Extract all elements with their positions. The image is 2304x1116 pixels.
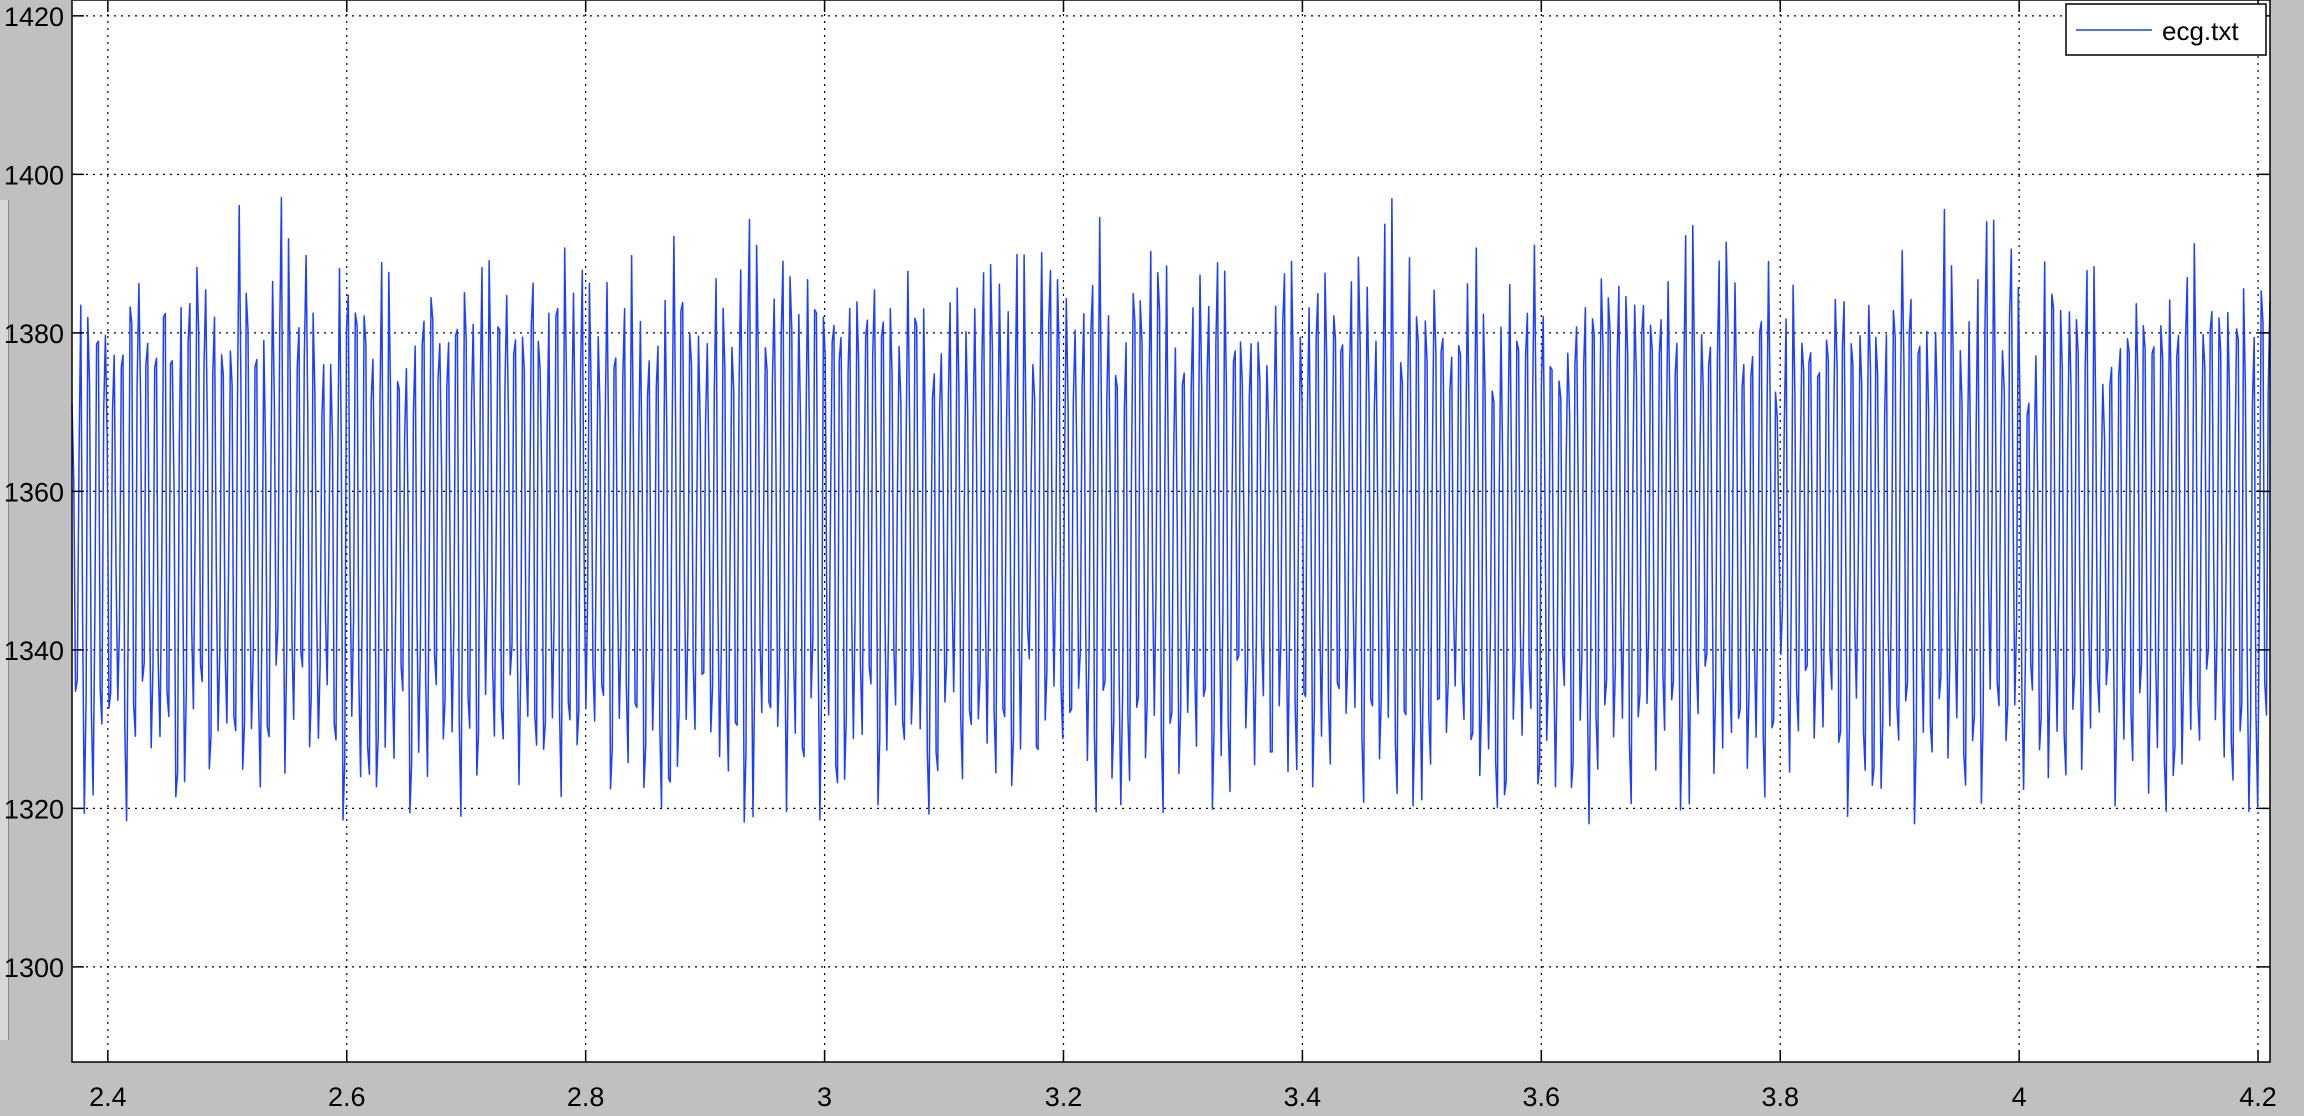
x-tick-label: 2.6 (328, 1082, 366, 1112)
x-tick-label: 3.6 (1523, 1082, 1561, 1112)
x-tick-label: 3.2 (1045, 1082, 1083, 1112)
y-tick-label: 1420 (4, 2, 64, 32)
x-tick-label: 3 (817, 1082, 832, 1112)
plot-area (72, 0, 2270, 1062)
legend-label: ecg.txt (2162, 16, 2239, 46)
x-tick-label: 2.4 (89, 1082, 127, 1112)
chart-figure: 2.4 2.6 2.8 3 3.2 3.4 3.6 3.8 4 4.2 1300 1320 1340 13… (0, 0, 2304, 1116)
y-tick-label: 1400 (4, 160, 64, 190)
y-tick-label: 1320 (4, 794, 64, 824)
x-tick-label: 3.4 (1284, 1082, 1322, 1112)
chart-svg: 2.4 2.6 2.8 3 3.2 3.4 3.6 3.8 4 4.2 1300 1320 1340 13… (4, 0, 2277, 1112)
x-tick-label: 4 (2012, 1082, 2027, 1112)
y-tick-label: 1300 (4, 953, 64, 983)
x-tick-label: 2.8 (567, 1082, 605, 1112)
y-tick-label: 1380 (4, 319, 64, 349)
legend: ecg.txt (2065, 3, 2267, 56)
y-tick-label: 1360 (4, 477, 64, 507)
y-tick-label: 1340 (4, 636, 64, 666)
x-tick-label: 4.2 (2239, 1082, 2277, 1112)
x-tick-label: 3.8 (1761, 1082, 1799, 1112)
